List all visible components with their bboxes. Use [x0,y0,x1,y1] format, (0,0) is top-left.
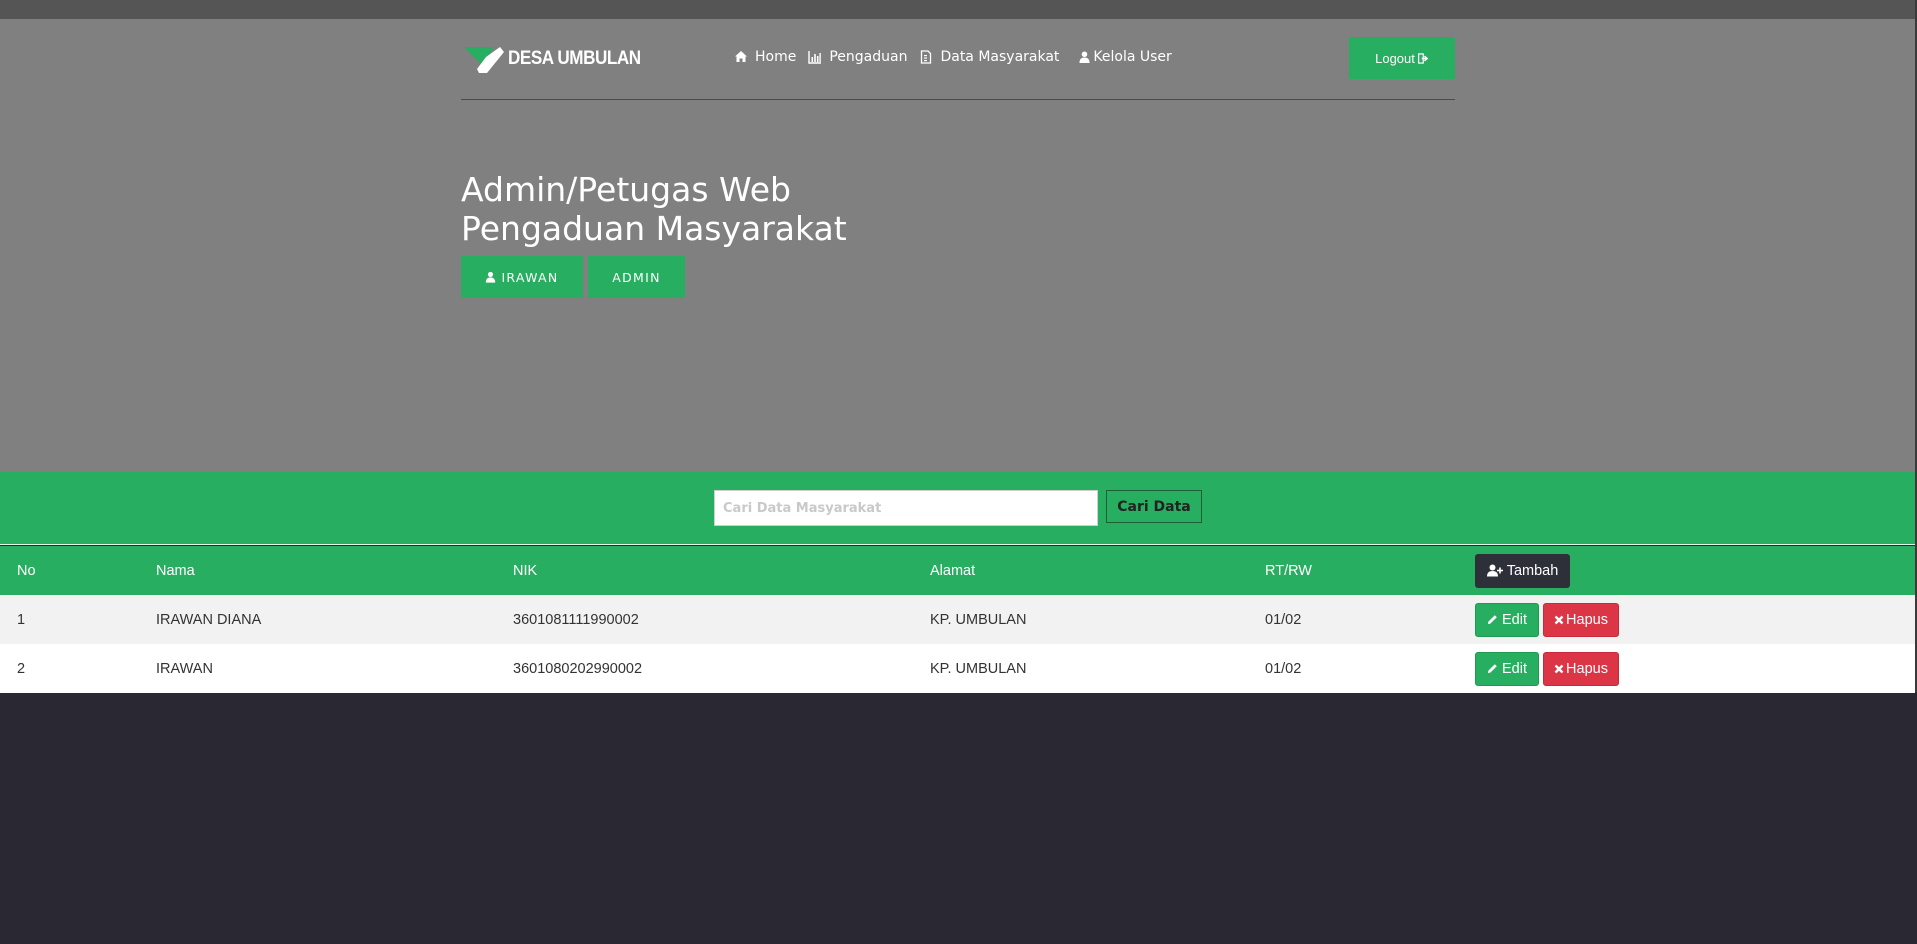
nav-home[interactable]: Home [734,49,796,65]
col-nama: Nama [156,562,195,579]
delete-button[interactable]: Hapus [1543,651,1619,686]
role-badge: ADMIN [588,256,685,298]
nav-kelola-user-label: Kelola User [1093,49,1172,65]
pencil-icon [1487,615,1497,625]
search-input[interactable] [714,490,1098,526]
cell-alamat: KP. UMBULAN [930,611,1027,628]
col-no: No [17,562,36,579]
delete-label: Hapus [1566,611,1608,628]
cell-rtrw: 01/02 [1265,611,1302,628]
brand-logo[interactable]: DESA UMBULAN [464,43,655,75]
page-title-line1: Admin/Petugas Web [461,170,791,209]
cell-no: 1 [17,611,26,628]
main-nav: Home Pengaduan Data Masyarakat Kelola Us… [734,49,1184,65]
user-name-badge: IRAWAN [461,256,583,298]
page-title: Admin/Petugas Web Pengaduan Masyarakat [461,170,961,248]
navbar: DESA UMBULAN Home Pengaduan Data Masyara… [461,19,1455,100]
edit-button[interactable]: Edit [1475,651,1539,686]
table-row: 1 IRAWAN DIANA 3601081111990002 KP. UMBU… [0,595,1915,644]
cell-alamat: KP. UMBULAN [930,660,1027,677]
nav-home-label: Home [755,49,797,65]
search-bar: Cari Data [0,472,1915,545]
edit-label: Edit [1502,660,1527,677]
document-icon [919,50,933,64]
sign-out-icon [1417,52,1429,64]
nav-kelola-user[interactable]: Kelola User [1079,49,1172,65]
table-header-row: No Nama NIK Alamat RT/RW Tambah [0,546,1915,595]
cell-rtrw: 01/02 [1265,660,1302,677]
add-label: Tambah [1506,562,1559,579]
col-rtrw: RT/RW [1265,562,1312,579]
edit-label: Edit [1502,611,1527,628]
user-name: IRAWAN [501,269,559,285]
close-icon [1554,615,1564,624]
col-alamat: Alamat [930,562,976,579]
page-title-line2: Pengaduan Masyarakat [461,209,847,248]
user-icon [1079,50,1090,64]
col-actions: Tambah [1475,546,1915,595]
cell-nik: 3601080202990002 [513,660,643,677]
home-icon [734,50,748,64]
cell-nama: IRAWAN [156,660,213,677]
cell-actions: Edit Hapus [1475,644,1915,693]
search-button[interactable]: Cari Data [1106,490,1202,523]
cell-actions: Edit Hapus [1475,595,1915,644]
nav-pengaduan[interactable]: Pengaduan [808,49,907,65]
user-badges: IRAWAN ADMIN [461,256,690,298]
user-icon [486,271,496,283]
cell-nik: 3601081111990002 [513,611,639,628]
brand-name: DESA UMBULAN [508,48,641,69]
top-strip [0,0,1917,19]
logout-button[interactable]: Logout [1349,37,1455,79]
delete-button[interactable]: Hapus [1543,602,1619,637]
cell-no: 2 [17,660,26,677]
bar-chart-icon [808,50,822,64]
edit-button[interactable]: Edit [1475,602,1539,637]
table-row: 2 IRAWAN 3601080202990002 KP. UMBULAN 01… [0,644,1915,693]
pencil-icon [1487,664,1497,674]
user-role: ADMIN [612,269,661,285]
check-mark-logo-icon [464,47,504,73]
close-icon [1554,664,1564,673]
data-table: No Nama NIK Alamat RT/RW Tambah 1 IRAWAN… [0,546,1915,693]
delete-label: Hapus [1566,660,1608,677]
add-user-button[interactable]: Tambah [1475,553,1570,588]
col-nik: NIK [513,562,538,579]
cell-nama: IRAWAN DIANA [156,611,262,628]
user-plus-icon [1486,564,1503,577]
nav-data-masyarakat[interactable]: Data Masyarakat [919,49,1059,65]
nav-data-masyarakat-label: Data Masyarakat [940,49,1060,65]
nav-pengaduan-label: Pengaduan [829,49,908,65]
logout-label: Logout [1375,50,1415,66]
